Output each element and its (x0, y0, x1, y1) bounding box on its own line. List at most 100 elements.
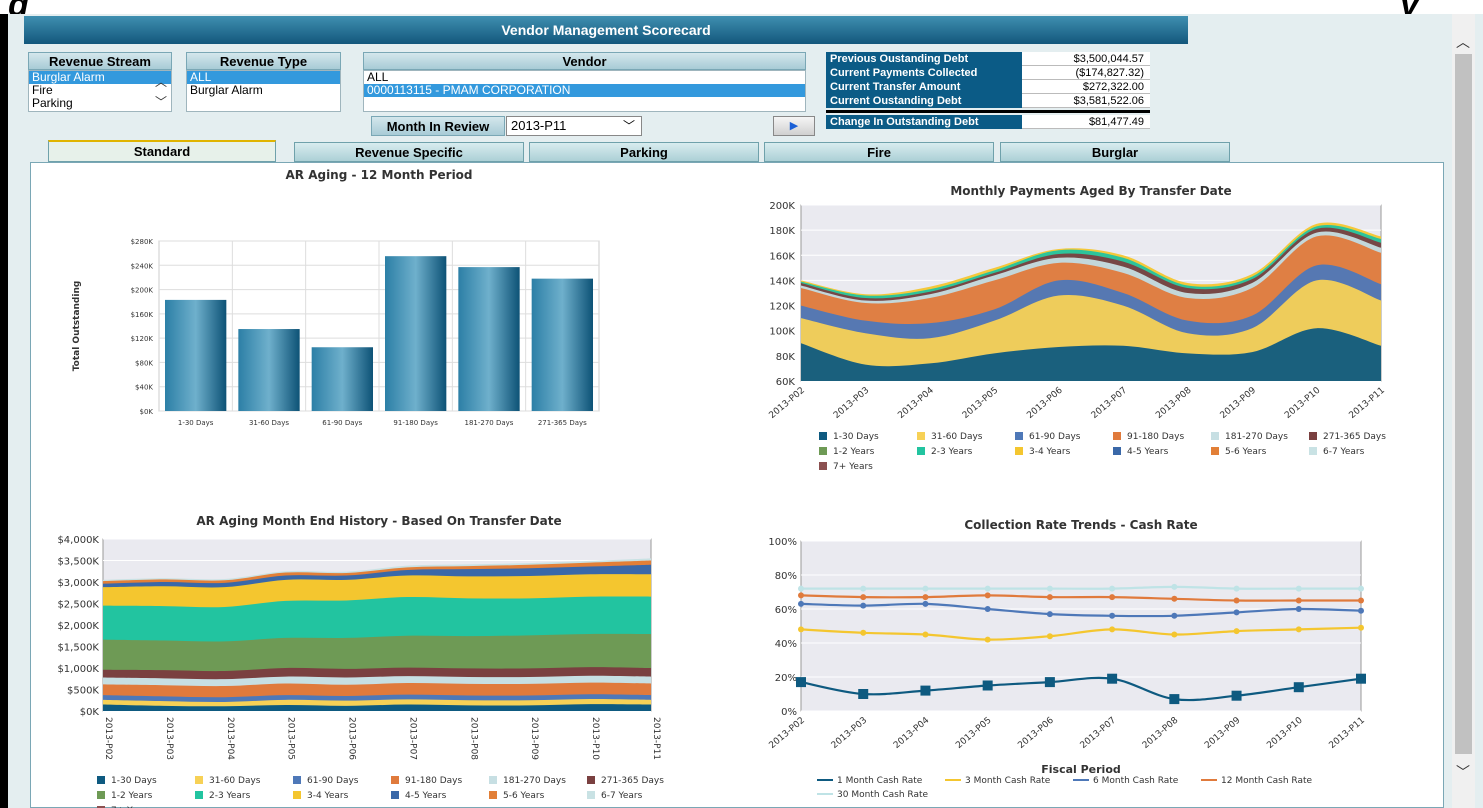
apply-button[interactable]: ▶ (773, 116, 815, 136)
scrollbar-thumb[interactable] (1455, 54, 1472, 754)
revenue-stream-list[interactable]: Burglar Alarm Fire Parking ︿ ﹀ (28, 70, 172, 112)
plot-area (800, 540, 1362, 712)
data-point (1293, 682, 1304, 693)
legend-swatch (391, 776, 399, 784)
page-scrollbar[interactable]: ︿ ﹀ (1452, 14, 1475, 808)
legend-label: 5-6 Years (1225, 447, 1267, 457)
data-point (920, 685, 931, 696)
bar (311, 347, 373, 411)
x-tick-label: 2013-P09 (529, 717, 539, 760)
data-point (1109, 612, 1116, 619)
legend-label: 30 Month Cash Rate (837, 790, 929, 800)
revenue-stream-option[interactable]: Parking (29, 97, 171, 110)
legend-label: 1-2 Years (833, 447, 875, 457)
x-axis-label: Fiscal Period (1041, 763, 1121, 776)
header-fragment-left: g (8, 0, 29, 14)
tab-burglar[interactable]: Burglar (1000, 142, 1230, 162)
chevron-up-icon[interactable]: ︿ (155, 73, 167, 90)
x-tick-label: 2013-P10 (590, 717, 600, 760)
tab-fire[interactable]: Fire (764, 142, 994, 162)
legend-label: 4-5 Years (1127, 447, 1169, 457)
data-point (798, 626, 804, 633)
data-point (798, 585, 804, 592)
tab-revenue-specific[interactable]: Revenue Specific (294, 142, 524, 162)
x-tick-label: 2013-P10 (1265, 715, 1305, 750)
x-tick-label: 2013-P05 (961, 386, 1000, 421)
vendor-option[interactable]: 0000113115 - PMAM CORPORATION (364, 84, 805, 97)
y-tick-label: $80K (135, 359, 153, 367)
y-axis-label: Total Outstanding (72, 281, 82, 372)
debt-value: $3,581,522.06 (1022, 94, 1150, 108)
y-tick-label: $3,000K (57, 578, 99, 589)
monthly-payments-area-chart: Monthly Payments Aged By Transfer Date 60… (768, 184, 1387, 472)
x-tick-label: 2013-P04 (225, 717, 235, 760)
data-point (798, 592, 804, 599)
legend-label: 1-2 Years (111, 791, 153, 801)
x-tick-label: 2013-P07 (407, 717, 417, 760)
y-tick-label: 80K (776, 352, 796, 363)
x-tick-label: 2013-P09 (1219, 385, 1259, 420)
y-tick-label: $1,500K (57, 643, 99, 654)
data-point (1231, 690, 1242, 701)
app-title: Vendor Management Scorecard (24, 16, 1188, 44)
legend-label: 3-4 Years (307, 791, 349, 801)
y-tick-label: 100K (769, 327, 795, 338)
revenue-type-option[interactable]: Burglar Alarm (187, 84, 340, 97)
x-tick-label: 2013-P08 (1141, 715, 1181, 750)
x-tick-label: 2013-P07 (1079, 716, 1118, 751)
debt-value: ($174,827.32) (1022, 66, 1150, 80)
chevron-down-icon[interactable]: ﹀ (1456, 762, 1470, 782)
y-tick-label: $40K (135, 384, 153, 392)
y-tick-label: $3,500K (57, 557, 99, 568)
x-tick-label: 2013-P11 (1328, 716, 1367, 751)
legend-label: 6 Month Cash Rate (1093, 776, 1179, 786)
y-tick-label: 100% (768, 537, 797, 548)
y-tick-label: $280K (131, 238, 154, 246)
legend-label: 1-30 Days (111, 776, 157, 786)
y-tick-label: 160K (769, 251, 795, 262)
ar-aging-history-area-chart: AR Aging Month End History - Based On Tr… (57, 514, 664, 808)
y-tick-label: $160K (131, 311, 154, 319)
data-point (858, 689, 869, 699)
y-tick-label: $200K (131, 287, 154, 295)
data-point (860, 594, 867, 601)
tab-parking[interactable]: Parking (529, 142, 759, 162)
data-point (860, 585, 867, 592)
data-point (984, 592, 991, 599)
x-tick-label: 2013-P11 (1348, 386, 1387, 421)
legend-swatch (1211, 432, 1219, 440)
data-point (1169, 694, 1180, 705)
data-point (1358, 607, 1364, 614)
tab-standard[interactable]: Standard (48, 140, 276, 162)
data-point (982, 680, 993, 691)
bar (238, 329, 300, 411)
y-tick-label: $0K (80, 707, 100, 718)
legend-swatch (1015, 432, 1023, 440)
legend-swatch (489, 791, 497, 799)
y-tick-label: 140K (769, 276, 795, 287)
legend-label: 61-90 Days (307, 776, 359, 786)
legend-label: 91-180 Days (405, 776, 463, 786)
revenue-stream-scrollbar[interactable]: ︿ ﹀ (151, 71, 171, 111)
month-select[interactable]: 2013-P11 ﹀ (506, 116, 642, 136)
y-tick-label: 120K (769, 302, 795, 313)
play-icon: ▶ (789, 120, 799, 132)
chart-title: Monthly Payments Aged By Transfer Date (950, 184, 1231, 198)
legend-label: 2-3 Years (209, 791, 251, 801)
debt-value: $3,500,044.57 (1022, 52, 1150, 66)
x-tick-label: 2013-P04 (896, 385, 936, 420)
data-point (860, 602, 867, 609)
chevron-down-icon[interactable]: ﹀ (155, 93, 167, 110)
chevron-up-icon[interactable]: ︿ (1456, 32, 1470, 52)
x-tick-label: 181-270 Days (465, 419, 514, 427)
data-point (1171, 595, 1178, 602)
vendor-list[interactable]: ALL 0000113115 - PMAM CORPORATION (363, 70, 806, 112)
y-tick-label: 80% (775, 571, 797, 582)
data-point (1233, 585, 1240, 592)
data-point (1358, 624, 1364, 631)
x-tick-label: 2013-P06 (1016, 715, 1056, 750)
ar-aging-bar-chart: AR Aging - 12 Month Period $0K $40K $80K $12… (72, 168, 600, 427)
data-point (922, 594, 929, 601)
x-tick-label: 2013-P03 (164, 717, 174, 760)
revenue-type-list[interactable]: ALL Burglar Alarm (186, 70, 341, 112)
